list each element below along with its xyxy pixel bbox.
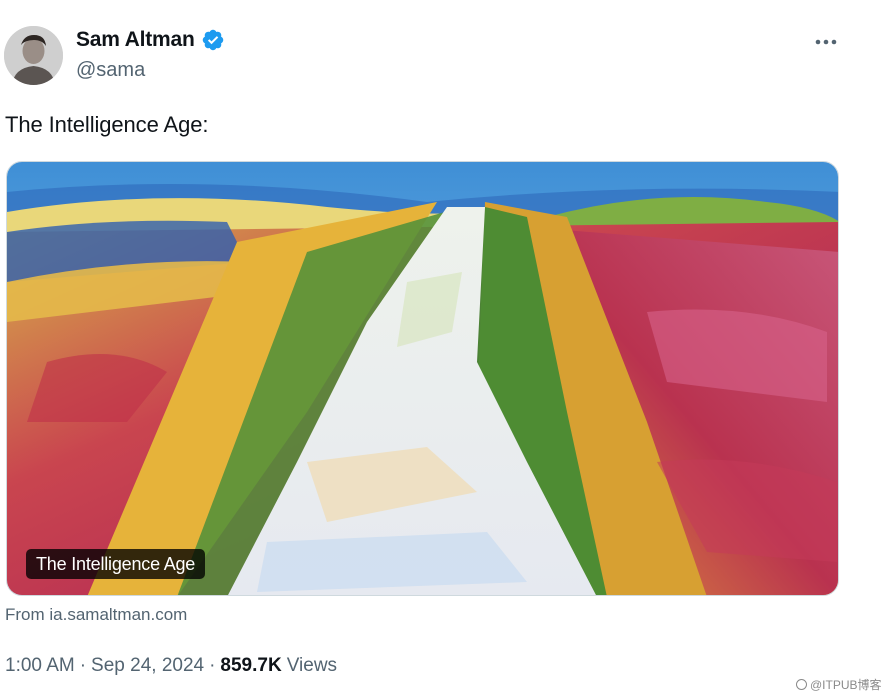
watermark-logo-icon xyxy=(796,679,807,690)
more-horizontal-icon xyxy=(815,39,837,45)
tweet-meta: 1:00 AM · Sep 24, 2024 · 859.7K Views xyxy=(5,655,337,677)
tweet-text: The Intelligence Age: xyxy=(5,112,209,137)
handle[interactable]: @sama xyxy=(76,59,145,82)
watermark: @ITPUB博客 xyxy=(796,676,882,693)
link-card-label: The Intelligence Age xyxy=(26,549,206,579)
author-name-row: Sam Altman xyxy=(76,28,225,52)
link-card-image[interactable] xyxy=(6,161,839,596)
tweet-date[interactable]: Sep 24, 2024 xyxy=(91,655,204,677)
display-name[interactable]: Sam Altman xyxy=(76,28,195,52)
painting-image xyxy=(7,162,838,595)
views-count: 859.7K xyxy=(220,655,282,676)
views-label: Views xyxy=(286,655,338,676)
verified-badge-icon xyxy=(202,29,223,51)
avatar[interactable] xyxy=(4,26,63,85)
tweet-time[interactable]: 1:00 AM xyxy=(5,655,75,677)
person-avatar-icon xyxy=(4,26,63,85)
meta-separator: · xyxy=(79,655,87,676)
tweet: Sam Altman @sama The Intelligence Age: T… xyxy=(0,0,890,695)
watermark-text: @ITPUB博客 xyxy=(810,678,882,692)
link-card-source[interactable]: From ia.samaltman.com xyxy=(5,605,187,625)
meta-separator: · xyxy=(209,655,216,676)
more-options-button[interactable] xyxy=(812,28,840,56)
